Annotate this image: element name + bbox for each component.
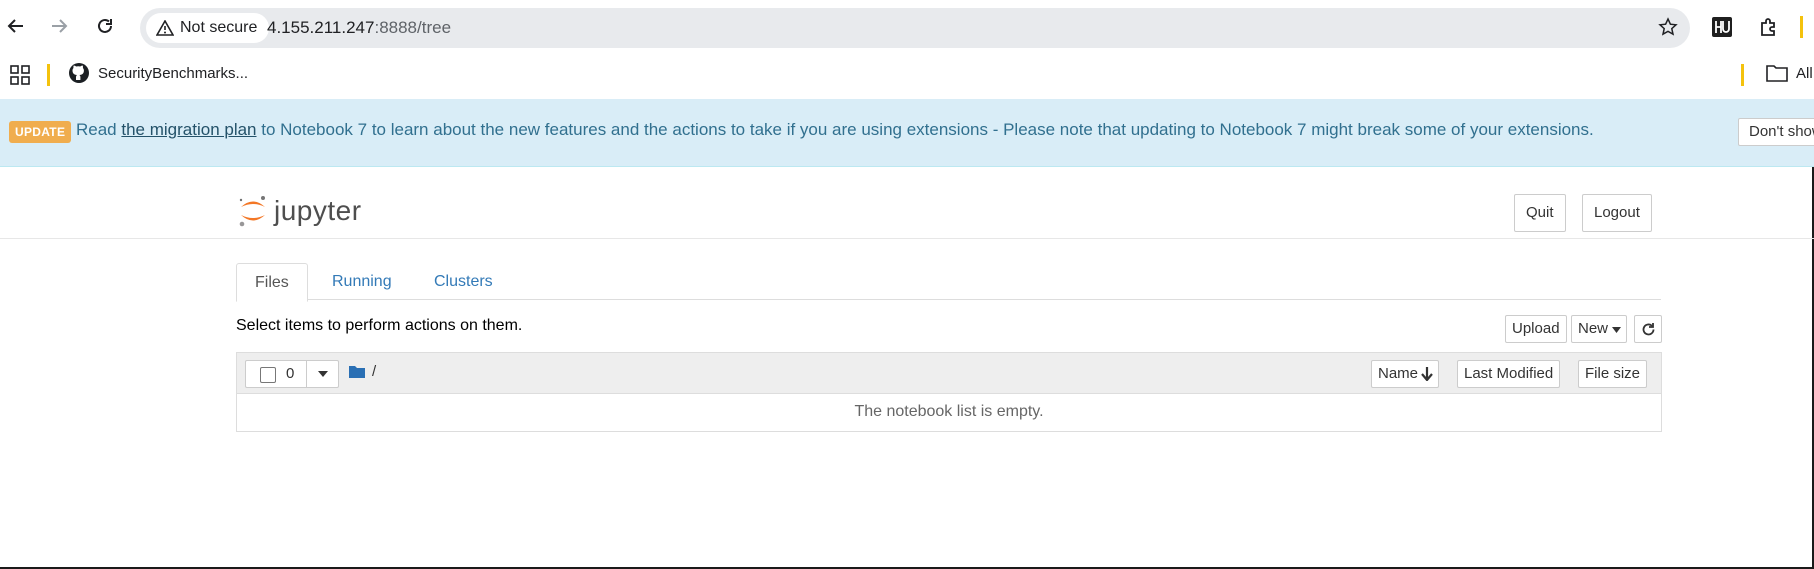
main-tabs: Files Running Clusters (236, 263, 1661, 302)
forward-arrow-icon (52, 19, 68, 33)
extensions-menu-button[interactable] (1756, 14, 1782, 40)
bookmark-item-securitybenchmarks[interactable]: SecurityBenchmarks... (68, 62, 248, 84)
migration-plan-link[interactable]: the migration plan (121, 120, 256, 139)
sort-file-size-button[interactable]: File size (1578, 360, 1648, 388)
breadcrumb-root: / (372, 363, 377, 380)
address-bar[interactable]: Not secure 4.155.211.247:8888/tree (140, 8, 1690, 48)
banner-message: Read the migration plan to Notebook 7 to… (76, 120, 1594, 140)
caret-down-icon (1612, 327, 1622, 333)
logout-button[interactable]: Logout (1582, 194, 1652, 232)
refresh-button[interactable] (1634, 315, 1662, 343)
empty-list-message: The notebook list is empty. (854, 403, 1044, 420)
apps-grid-icon (10, 65, 30, 85)
puzzle-icon (1761, 18, 1775, 36)
selected-count: 0 (286, 365, 295, 382)
jupyter-logo[interactable]: jupyter (238, 194, 362, 228)
url-path: :8888/tree (374, 18, 452, 37)
bookmark-separator-right (1741, 64, 1744, 86)
update-badge: UPDATE (9, 121, 72, 143)
browser-toolbar: Not secure 4.155.211.247:8888/tree (0, 0, 1814, 54)
select-all-checkbox[interactable] (260, 367, 276, 383)
profile-indicator (1800, 16, 1803, 38)
select-dropdown-button[interactable] (306, 361, 338, 387)
bookmark-label: SecurityBenchmarks... (98, 64, 249, 82)
jupyter-logo-icon (239, 196, 265, 227)
new-label: New (1578, 320, 1609, 337)
security-chip[interactable]: Not secure (146, 13, 270, 43)
apps-button[interactable] (9, 64, 31, 91)
list-header: 0 / Name Last Modified File size (237, 353, 1661, 394)
all-bookmarks-button[interactable]: All (1766, 64, 1813, 82)
selection-hint: Select items to perform actions on them. (236, 317, 523, 334)
all-bookmarks-label: All (1796, 64, 1813, 82)
logo-text: jupyter (274, 195, 362, 226)
banner-text-before: Read (76, 120, 122, 139)
arrow-down-icon (1421, 367, 1433, 381)
notebook-list: 0 / Name Last Modified File size The not… (236, 352, 1662, 432)
github-icon (69, 63, 89, 83)
url-host: 4.155.211.247 (267, 18, 375, 37)
reload-icon (98, 18, 112, 33)
new-dropdown-button[interactable]: New (1571, 315, 1628, 343)
extension-button[interactable] (1709, 14, 1735, 40)
bookmark-separator (47, 64, 50, 86)
caret-down-icon (317, 371, 328, 377)
warning-icon (156, 20, 174, 36)
url-text[interactable]: 4.155.211.247:8888/tree (267, 18, 451, 38)
banner-text-after: to Notebook 7 to learn about the new fea… (256, 120, 1594, 139)
back-arrow-icon (7, 19, 23, 33)
bookmarks-bar: SecurityBenchmarks... All (0, 54, 1814, 100)
dont-show-button[interactable]: Don't show (1738, 118, 1814, 146)
update-banner: UPDATE Read the migration plan to Notebo… (0, 99, 1814, 167)
forward-button[interactable] (45, 12, 73, 40)
sort-name-button[interactable]: Name (1371, 360, 1440, 388)
upload-button[interactable]: Upload (1505, 315, 1567, 343)
security-label: Not secure (180, 19, 258, 36)
folder-icon (349, 366, 365, 378)
folder-outline-icon (1766, 65, 1788, 82)
tab-running[interactable]: Running (332, 263, 392, 299)
reload-button[interactable] (91, 12, 119, 40)
tab-clusters[interactable]: Clusters (434, 263, 493, 299)
star-icon (1658, 17, 1678, 36)
quit-button[interactable]: Quit (1514, 194, 1566, 232)
breadcrumb[interactable]: / (349, 363, 376, 380)
sort-last-modified-button[interactable]: Last Modified (1457, 360, 1561, 388)
select-all-group: 0 (245, 360, 339, 388)
bookmark-star-button[interactable] (1658, 17, 1678, 42)
column-name-label: Name (1378, 365, 1419, 382)
refresh-icon (1642, 323, 1655, 336)
extension-logo-icon (1712, 17, 1732, 37)
jupyter-header: jupyter Quit Logout (0, 166, 1814, 239)
back-button[interactable] (2, 12, 30, 40)
tab-files[interactable]: Files (236, 263, 308, 302)
